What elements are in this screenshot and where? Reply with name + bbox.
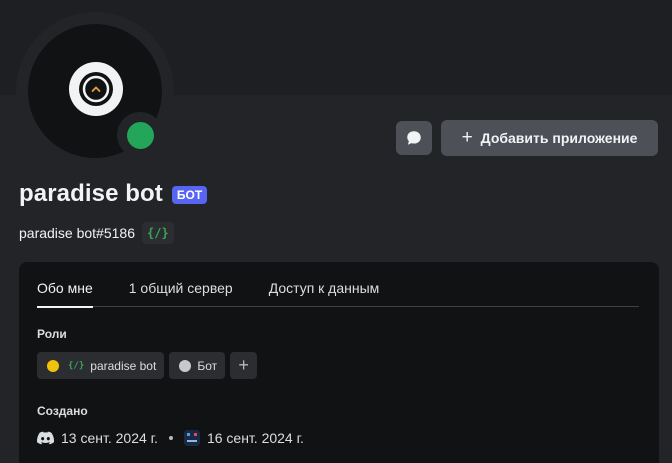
add-role-button[interactable]: + [230,352,258,379]
display-name: paradise bot [19,180,163,207]
tab-mutual-servers[interactable]: 1 общий сервер [129,262,233,307]
plus-icon: + [461,126,473,148]
discord-join-date: 13 сент. 2024 г. [61,430,158,446]
username[interactable]: paradise bot#5186 [19,225,135,241]
profile-tabs: Обо мне 1 общий сервер Доступ к данным [37,262,639,308]
roles-list: {/} paradise bot Бот + [37,352,258,379]
bot-badge: БОТ [171,186,208,204]
tab-data-access[interactable]: Доступ к данным [269,262,380,307]
role-label: Бот [197,358,218,373]
message-button[interactable] [396,121,432,155]
username-row: paradise bot#5186 {/} [19,222,174,244]
add-app-button[interactable]: + Добавить приложение [441,120,658,156]
role-bot[interactable]: Бот [169,352,226,379]
tab-about[interactable]: Обо мне [37,262,93,308]
role-paradise-bot[interactable]: {/} paradise bot [37,352,165,379]
role-dev-icon: {/} [68,360,85,371]
server-join-date: 16 сент. 2024 г. [206,430,304,446]
name-row: paradise bot БОТ [19,180,208,208]
role-color-icon [179,359,192,372]
profile-card: Обо мне 1 общий сервер Доступ к данным Р… [19,262,659,463]
role-label: paradise bot [90,358,157,373]
online-status-icon [127,122,154,149]
discord-icon [37,431,54,445]
bot-logo-icon [69,62,123,116]
created-title: Создано [37,404,88,418]
chat-bubble-icon [407,131,421,145]
created-dates: 13 сент. 2024 г. 16 сент. 2024 г. [37,430,304,446]
add-app-label: Добавить приложение [480,130,638,146]
role-color-icon [47,359,59,372]
roles-title: Роли [37,327,67,341]
separator-dot [168,436,173,440]
active-developer-badge-icon[interactable]: {/} [142,222,174,244]
server-icon [183,430,200,446]
